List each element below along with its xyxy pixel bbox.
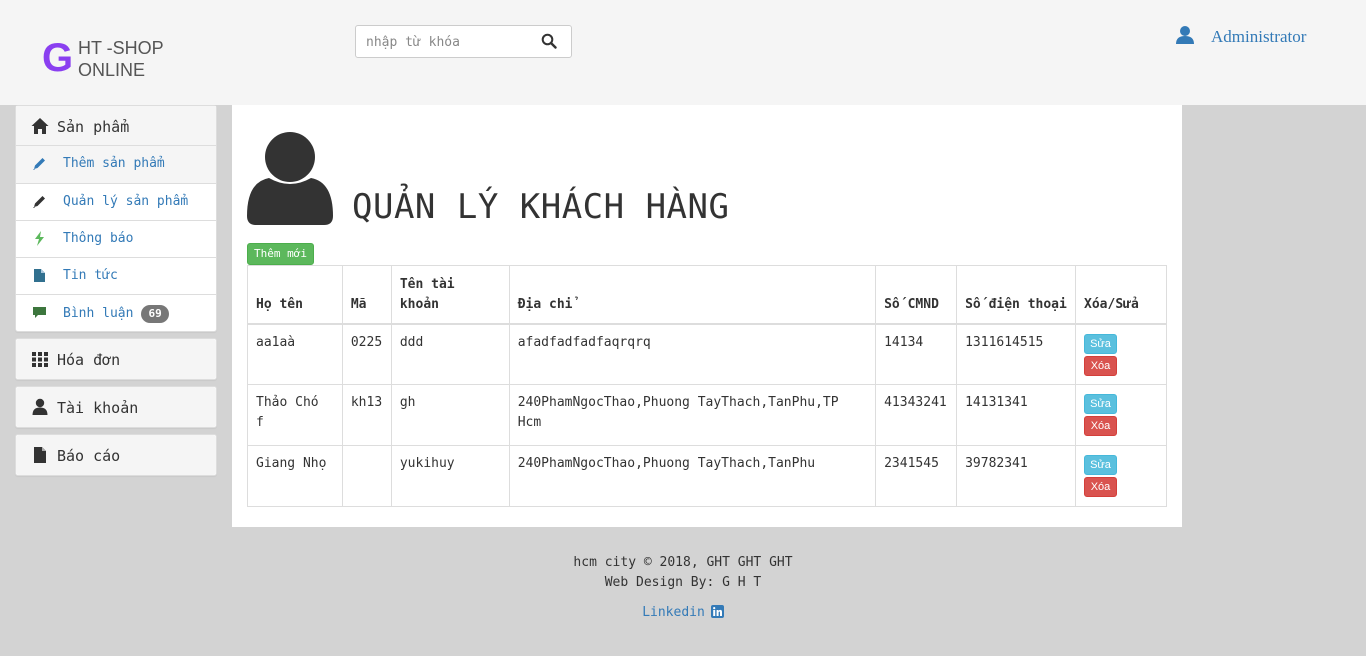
pencil-icon	[32, 194, 47, 209]
products-header[interactable]: Sản phẩm	[16, 106, 216, 146]
cell-id-number: 2341545	[875, 445, 958, 507]
table-row: Thảo Chó f kh13 gh 240PhamNgocThao,Phuon…	[247, 384, 1167, 446]
linkedin-link[interactable]: Linkedin	[0, 603, 1366, 623]
reports-label: Báo cáo	[57, 447, 121, 465]
cell-phone: 14131341	[956, 384, 1077, 446]
column-header-actions: Xóa/Sửa	[1075, 265, 1167, 325]
accounts-label: Tài khoản	[57, 399, 139, 417]
edit-button[interactable]: Sửa	[1084, 394, 1118, 414]
column-header-address[interactable]: Địa chỉ	[508, 265, 877, 325]
cell-actions: Sửa Xóa	[1075, 384, 1167, 446]
grid-icon	[31, 350, 49, 368]
cell-name: Thảo Chó f	[247, 384, 343, 446]
sidebar-item-manage-products[interactable]: Quản lý sản phẩm	[16, 183, 216, 220]
cell-address: 240PhamNgocThao,Phuong TayThach,TanPhu,T…	[508, 384, 877, 446]
sidebar-item-add-product[interactable]: Thêm sản phẩm	[16, 146, 216, 183]
column-header-name[interactable]: Họ tên	[247, 265, 343, 325]
pencil-icon	[32, 156, 47, 171]
linkedin-link-label[interactable]: Linkedin	[642, 605, 705, 620]
linkedin-icon[interactable]	[710, 605, 724, 618]
add-new-button[interactable]: Thêm mới	[247, 243, 314, 265]
sidebar-item-label: Tin tức	[63, 268, 118, 283]
search-icon[interactable]	[541, 33, 559, 51]
logo-line2: ONLINE	[78, 60, 146, 80]
user-icon	[31, 398, 49, 416]
delete-button[interactable]: Xóa	[1084, 477, 1118, 497]
reports-header[interactable]: Báo cáo	[16, 435, 216, 475]
cell-code: kh13	[341, 384, 392, 446]
sidebar-item-news[interactable]: Tin tức	[16, 257, 216, 294]
home-icon	[31, 117, 49, 135]
sidebar-item-label: Thêm sản phẩm	[63, 156, 165, 171]
sidebar: Sản phẩm Thêm sản phẩm Quản lý sản phẩm …	[15, 105, 217, 482]
comments-label: Bình luận	[63, 306, 134, 321]
cell-username: ddd	[390, 323, 510, 385]
products-label: Sản phẩm	[57, 118, 130, 136]
search-box	[355, 25, 572, 58]
comments-count-badge: 69	[141, 305, 169, 323]
products-panel: Sản phẩm Thêm sản phẩm Quản lý sản phẩm …	[15, 105, 217, 332]
logo-line1: HT -SHOP	[78, 38, 164, 58]
sidebar-item-label: Quản lý sản phẩm	[63, 194, 189, 209]
main-content: QUẢN LÝ KHÁCH HÀNG Thêm mới Họ tên Mã Tê…	[232, 105, 1182, 527]
cell-username: yukihuy	[390, 445, 510, 507]
logo-letter: G	[42, 36, 74, 80]
accounts-panel: Tài khoản	[15, 386, 217, 428]
footer-copyright: hcm city © 2018, GHT GHT GHT	[573, 555, 793, 570]
column-header-phone[interactable]: Số điện thoại	[956, 265, 1077, 325]
logo[interactable]: G HT -SHOP ONLINE	[42, 37, 182, 83]
sidebar-item-notifications[interactable]: Thông báo	[16, 220, 216, 257]
edit-button[interactable]: Sửa	[1084, 455, 1118, 475]
header: G HT -SHOP ONLINE Administrator	[0, 0, 1366, 105]
table-header-row: Họ tên Mã Tên tài khoản Địa chỉ Số CMND …	[247, 265, 1167, 325]
cell-phone: 39782341	[956, 445, 1077, 507]
invoices-label: Hóa đơn	[57, 351, 121, 369]
column-header-id-number[interactable]: Số CMND	[875, 265, 958, 325]
edit-button[interactable]: Sửa	[1084, 333, 1118, 354]
page-title: QUẢN LÝ KHÁCH HÀNG	[352, 187, 730, 227]
cell-address: afadfadfadfaqrqrq	[508, 323, 877, 385]
customers-table: Họ tên Mã Tên tài khoản Địa chỉ Số CMND …	[247, 265, 1167, 507]
cell-name: aa1aà	[247, 323, 343, 385]
column-header-username[interactable]: Tên tài khoản	[390, 265, 510, 325]
cell-address: 240PhamNgocThao,Phuong TayThach,TanPhu	[508, 445, 877, 507]
cell-phone: 1311614515	[956, 323, 1077, 385]
user-name[interactable]: Administrator	[1211, 27, 1306, 47]
cell-code	[341, 445, 392, 507]
file-icon	[32, 268, 47, 283]
table-row: Giang Nhọ yukihuy 240PhamNgocThao,Phuong…	[247, 445, 1167, 507]
cell-id-number: 41343241	[875, 384, 958, 446]
table-row: aa1aà 0225 ddd afadfadfadfaqrqrq 14134 1…	[247, 323, 1167, 385]
cell-actions: Sửa Xóa	[1075, 323, 1167, 385]
cell-code: 0225	[341, 323, 392, 385]
column-header-code[interactable]: Mã	[341, 265, 392, 325]
cell-username: gh	[390, 384, 510, 446]
cell-actions: Sửa Xóa	[1075, 445, 1167, 507]
cell-id-number: 14134	[875, 323, 958, 385]
cell-name: Giang Nhọ	[247, 445, 343, 507]
search-input[interactable]	[366, 33, 526, 51]
invoices-panel: Hóa đơn	[15, 338, 217, 380]
footer: hcm city © 2018, GHT GHT GHT Web Design …	[0, 553, 1366, 623]
reports-panel: Báo cáo	[15, 434, 217, 476]
user-icon	[247, 132, 333, 226]
comment-icon	[32, 305, 47, 320]
sidebar-item-label: Bình luận 69	[63, 305, 169, 323]
user-icon	[1175, 25, 1195, 45]
footer-credit: Web Design By: G H T	[604, 575, 762, 590]
flash-icon	[32, 231, 47, 246]
accounts-header[interactable]: Tài khoản	[16, 387, 216, 427]
invoices-header[interactable]: Hóa đơn	[16, 339, 216, 379]
delete-button[interactable]: Xóa	[1084, 355, 1118, 376]
sidebar-item-label: Thông báo	[63, 231, 134, 246]
file-icon	[31, 446, 49, 464]
products-nav: Thêm sản phẩm Quản lý sản phẩm Thông báo…	[16, 146, 216, 331]
delete-button[interactable]: Xóa	[1084, 416, 1118, 436]
sidebar-item-comments[interactable]: Bình luận 69	[16, 294, 216, 331]
